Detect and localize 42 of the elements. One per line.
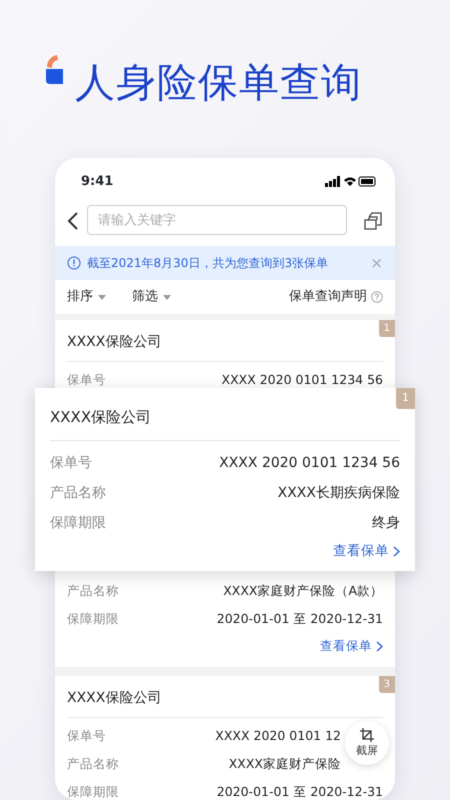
caret-icon bbox=[98, 294, 106, 300]
chevron-icon bbox=[376, 640, 383, 652]
field-value: XXXX长期疾病保险 bbox=[278, 484, 400, 503]
headline: 人身险保单查询 bbox=[75, 63, 362, 103]
field-value: XXXX家庭财产保险 bbox=[228, 754, 341, 773]
company-name: XXXX保险公司 bbox=[50, 398, 400, 440]
notice-text: 截至2021年8月30日，共为您查询到3张保单 bbox=[87, 255, 330, 272]
field-label: 保障期限 bbox=[67, 610, 119, 628]
field-label: 保障期限 bbox=[67, 782, 119, 800]
field-label: 保单号 bbox=[50, 454, 92, 473]
field-value: XXXX 2020 0101 12 bbox=[215, 726, 341, 745]
company-name: XXXX保险公司 bbox=[67, 682, 383, 718]
sort-button[interactable]: 排序 bbox=[67, 287, 106, 307]
chevron-icon bbox=[393, 546, 400, 557]
statement-link[interactable]: 保单查询声明 bbox=[289, 287, 383, 307]
field-value: XXXX 2020 0101 1234 56 bbox=[222, 370, 383, 389]
number-tag: 1 bbox=[378, 320, 395, 337]
field-label: 产品名称 bbox=[67, 582, 119, 600]
view-policy-link[interactable]: 查看保单 bbox=[50, 538, 400, 564]
field-value: XXXX家庭财产保险（A款） bbox=[223, 582, 383, 600]
company-name: XXXX保险公司 bbox=[67, 326, 383, 362]
field-label: 保单号 bbox=[67, 726, 106, 745]
filter-button[interactable]: 筛选 bbox=[132, 287, 171, 307]
caret-icon bbox=[163, 294, 171, 300]
status-time: 9:41 bbox=[81, 173, 114, 192]
field-label: 保障期限 bbox=[50, 514, 106, 533]
number-tag: 3 bbox=[378, 676, 395, 693]
view-policy-link[interactable]: 查看保单 bbox=[67, 633, 383, 659]
status-icons bbox=[325, 176, 377, 188]
field-label: 产品名称 bbox=[50, 484, 106, 503]
field-value: 2020-01-01 至 2020-12-31 bbox=[216, 610, 383, 628]
number-tag: 1 bbox=[396, 388, 415, 408]
crop-icon bbox=[359, 726, 375, 743]
field-label: 保单号 bbox=[67, 370, 106, 389]
field-label: 产品名称 bbox=[67, 754, 119, 773]
info-icon bbox=[67, 256, 81, 270]
search-field[interactable]: 请输入关键字 bbox=[87, 205, 347, 235]
field-value: 2020-01-01 至 2020-12-31 bbox=[216, 782, 383, 800]
field-value: XXXX 2020 0101 1234 56 bbox=[219, 454, 400, 473]
logo-icon bbox=[45, 55, 63, 84]
field-value: 终身 bbox=[372, 514, 400, 533]
help-icon bbox=[371, 291, 383, 303]
